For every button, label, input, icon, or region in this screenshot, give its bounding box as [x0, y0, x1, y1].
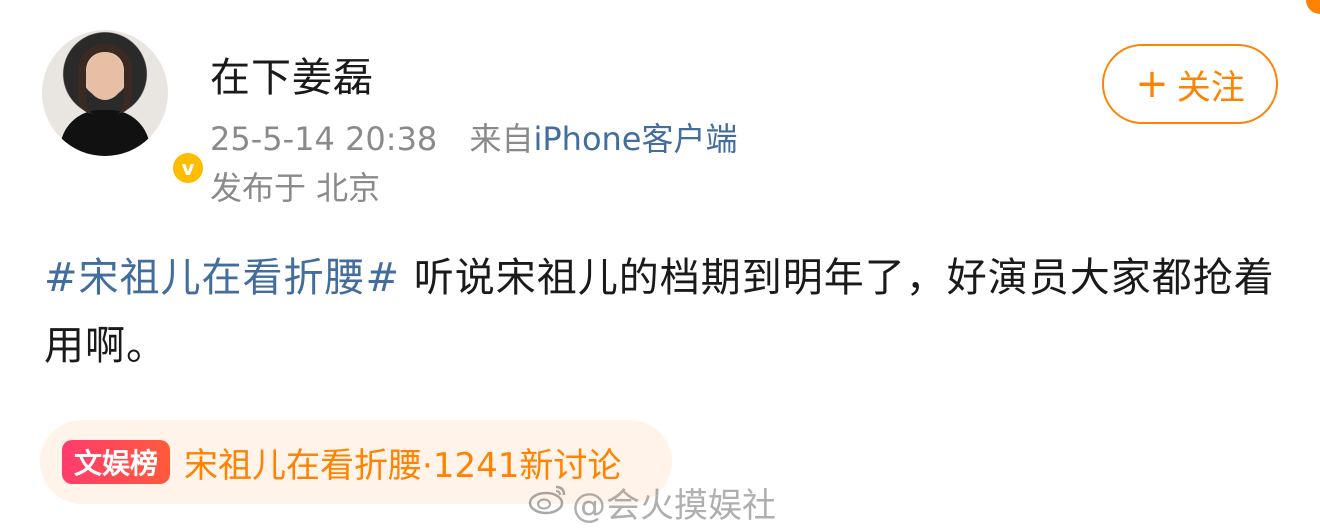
avatar-image	[42, 30, 168, 156]
corner-accent	[1306, 0, 1320, 14]
watermark: @会火摸娱社	[528, 478, 776, 527]
topic-badge: 文娱榜	[62, 440, 171, 484]
post-card: v 在下姜磊 25-5-14 20:38 来自iPhone客户端 发布于 北京 …	[0, 0, 1320, 529]
weibo-icon	[528, 483, 568, 523]
username[interactable]: 在下姜磊	[210, 45, 374, 103]
source-prefix: 来自	[469, 120, 534, 158]
follow-label: 关注	[1176, 67, 1245, 108]
post-body: #宋祖儿在看折腰# 听说宋祖儿的档期到明年了，好演员大家都抢着用啊。	[44, 244, 1284, 380]
avatar-shirt	[60, 110, 150, 156]
post-meta: 25-5-14 20:38 来自iPhone客户端	[210, 114, 738, 160]
avatar[interactable]: v	[42, 30, 206, 186]
plus-icon: +	[1135, 61, 1169, 107]
timestamp: 25-5-14 20:38	[210, 120, 438, 158]
verified-icon: v	[170, 150, 206, 186]
watermark-text: @会火摸娱社	[572, 486, 776, 526]
source-link[interactable]: iPhone客户端	[533, 120, 737, 158]
location: 发布于 北京	[210, 169, 381, 207]
follow-button[interactable]: + 关注	[1102, 44, 1278, 124]
hashtag-link[interactable]: #宋祖儿在看折腰#	[44, 255, 400, 301]
avatar-face	[86, 52, 124, 100]
